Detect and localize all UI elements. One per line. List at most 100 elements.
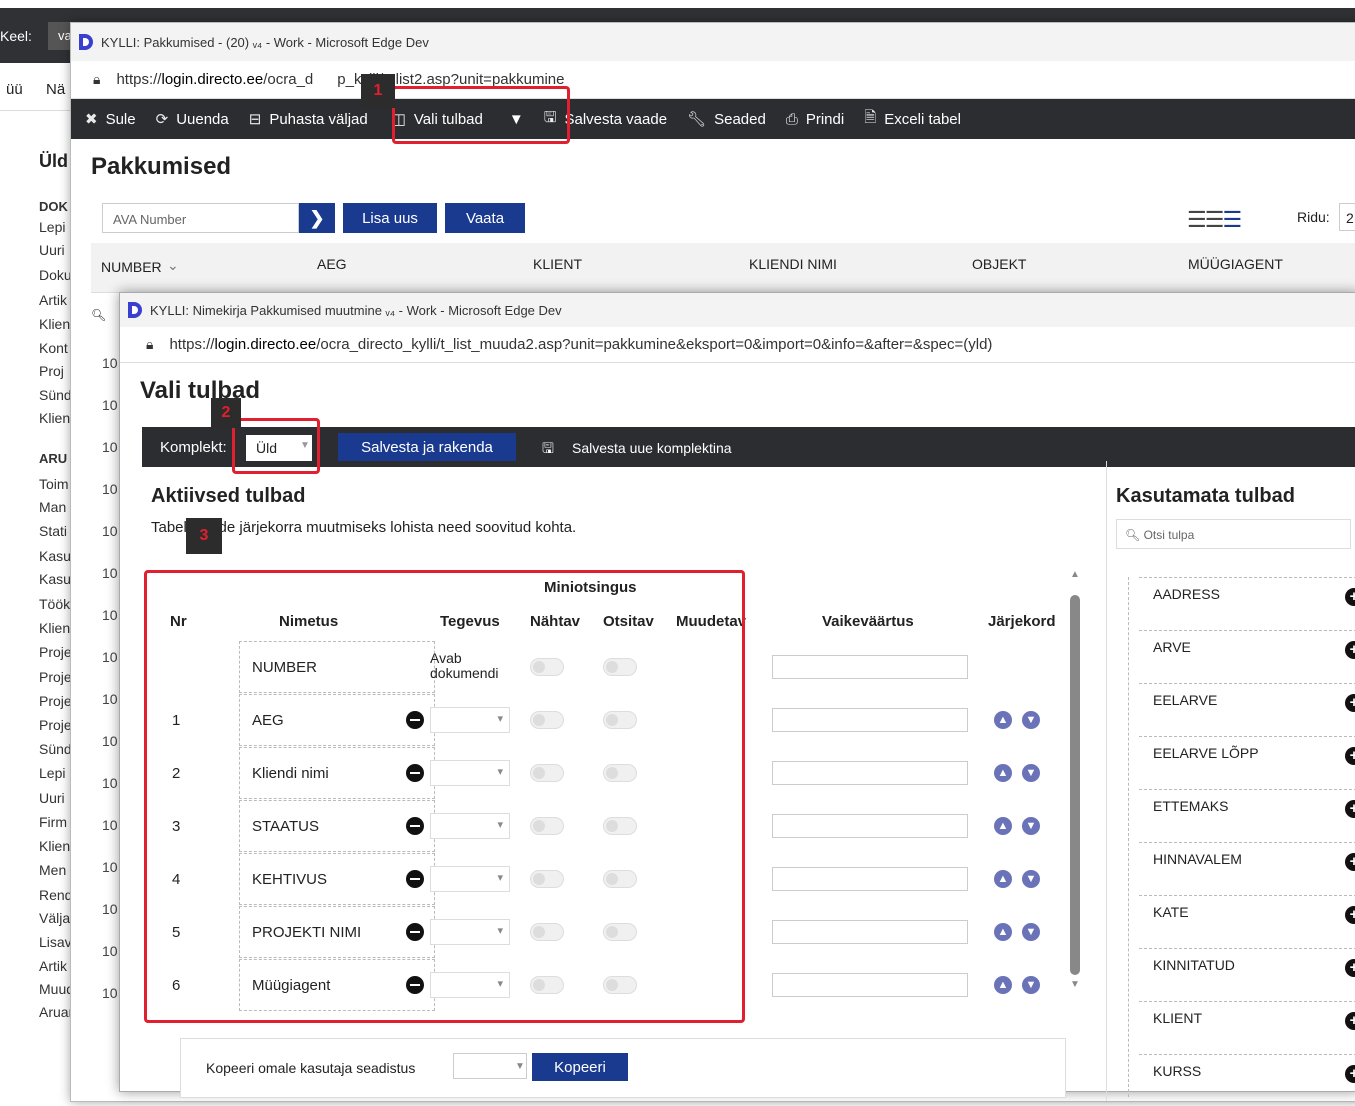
sidebar-item[interactable]: Sünd: [39, 387, 72, 403]
sidebar-item[interactable]: Proje: [39, 693, 72, 709]
print-button[interactable]: ⎙ Prindi: [786, 111, 844, 128]
default-value-input[interactable]: [772, 814, 968, 838]
sidebar-item[interactable]: Klien: [39, 410, 70, 426]
add-icon[interactable]: +: [1345, 588, 1355, 606]
default-value-input[interactable]: [772, 867, 968, 891]
add-icon[interactable]: +: [1345, 853, 1355, 871]
arrow-down-icon[interactable]: ▼: [1022, 764, 1040, 782]
mini-search-icon[interactable]: 🔍︎: [91, 308, 106, 322]
rows-input[interactable]: 2: [1339, 203, 1355, 231]
go-button[interactable]: ❯: [299, 203, 335, 233]
copy-button[interactable]: Kopeeri: [532, 1053, 628, 1081]
clear-fields-button[interactable]: ⊟ Puhasta väljad: [249, 110, 368, 129]
table-row-number[interactable]: 10: [102, 565, 118, 581]
scroll-up-icon[interactable]: ▲: [1070, 569, 1080, 580]
table-row-number[interactable]: 10: [102, 817, 118, 833]
default-value-input[interactable]: [772, 761, 968, 785]
view-button[interactable]: Vaata: [445, 203, 525, 233]
sidebar-item[interactable]: Kasu: [39, 571, 71, 587]
arrow-up-icon[interactable]: ▲: [994, 817, 1012, 835]
table-row-number[interactable]: 10: [102, 523, 118, 539]
unused-column-item[interactable]: EELARVE LÕPP +: [1139, 736, 1355, 788]
table-row-number[interactable]: 10: [102, 607, 118, 623]
arrow-up-icon[interactable]: ▲: [994, 764, 1012, 782]
arrow-down-icon[interactable]: ▼: [1022, 923, 1040, 941]
col-aeg[interactable]: AEG: [317, 256, 347, 272]
refresh-button[interactable]: ⟳ Uuenda: [156, 110, 229, 129]
settings-button[interactable]: 🔧︎ Seaded: [687, 110, 766, 129]
sidebar-item[interactable]: Stati: [39, 523, 67, 539]
col-objekt[interactable]: OBJEKT: [972, 256, 1026, 272]
unused-column-item[interactable]: ARVE +: [1139, 630, 1355, 682]
density-normal-icon[interactable]: ☰: [1205, 207, 1225, 232]
add-icon[interactable]: +: [1345, 747, 1355, 765]
save-apply-button[interactable]: Salvesta ja rakenda: [338, 433, 516, 461]
col-number[interactable]: NUMBER: [101, 259, 162, 275]
close-button[interactable]: ✖ Sule: [85, 110, 136, 129]
unused-column-item[interactable]: ETTEMAKS +: [1139, 789, 1355, 841]
default-value-input[interactable]: [772, 708, 968, 732]
table-row-number[interactable]: 10: [102, 775, 118, 791]
window1-address-bar[interactable]: 🔒︎ https://login.directo.ee/ocra_d p_kyll…: [71, 61, 1355, 99]
density-icons[interactable]: ☰☰☰: [1187, 207, 1242, 233]
excel-button[interactable]: 🗎 Exceli tabel: [864, 107, 961, 132]
add-icon[interactable]: +: [1345, 959, 1355, 977]
sidebar-item[interactable]: Lepi: [39, 219, 65, 235]
table-row-number[interactable]: 10: [102, 397, 118, 413]
table-row-number[interactable]: 10: [102, 481, 118, 497]
table-row-number[interactable]: 10: [102, 901, 118, 917]
save-new-set-button[interactable]: Salvesta uue komplektina: [572, 440, 732, 456]
unused-column-item[interactable]: KURSS +: [1139, 1054, 1355, 1106]
sidebar-item[interactable]: Men: [39, 862, 66, 878]
table-row-number[interactable]: 10: [102, 985, 118, 1001]
density-wide-icon[interactable]: ☰: [1222, 207, 1242, 232]
sidebar-item[interactable]: Proj: [39, 363, 64, 379]
sidebar-item[interactable]: Proje: [39, 644, 72, 660]
scrollbar[interactable]: ▲ ▼: [1070, 569, 1080, 990]
search-input[interactable]: AVA Number: [102, 203, 299, 233]
sidebar-item[interactable]: Uuri: [39, 790, 65, 806]
sidebar-item[interactable]: Artik: [39, 292, 67, 308]
sidebar-item[interactable]: Man: [39, 499, 66, 515]
add-icon[interactable]: +: [1345, 906, 1355, 924]
table-row-number[interactable]: 10: [102, 355, 118, 371]
table-row-number[interactable]: 10: [102, 649, 118, 665]
unused-column-item[interactable]: EELARVE +: [1139, 683, 1355, 735]
sidebar-item[interactable]: Lisav: [39, 934, 72, 950]
add-new-button[interactable]: Lisa uus: [343, 203, 437, 233]
sidebar-item[interactable]: Uuri: [39, 242, 65, 258]
arrow-up-icon[interactable]: ▲: [994, 870, 1012, 888]
col-kliendi-nimi[interactable]: KLIENDI NIMI: [749, 256, 837, 272]
unused-column-item[interactable]: KINNITATUD +: [1139, 948, 1355, 1000]
table-row-number[interactable]: 10: [102, 943, 118, 959]
sidebar-item[interactable]: Töök: [39, 596, 70, 612]
add-icon[interactable]: +: [1345, 1012, 1355, 1030]
default-value-input[interactable]: [772, 655, 968, 679]
sidebar-item[interactable]: Toim: [39, 476, 69, 492]
sidebar-item[interactable]: Proje: [39, 717, 72, 733]
table-row-number[interactable]: 10: [102, 691, 118, 707]
unused-column-item[interactable]: AADRESS +: [1139, 577, 1355, 629]
default-value-input[interactable]: [772, 973, 968, 997]
sidebar-item[interactable]: Lepi: [39, 765, 65, 781]
sidebar-item[interactable]: Doku: [39, 267, 72, 283]
unused-column-item[interactable]: KATE +: [1139, 895, 1355, 947]
add-icon[interactable]: +: [1345, 800, 1355, 818]
unused-column-item[interactable]: KLIENT +: [1139, 1001, 1355, 1053]
sidebar-item[interactable]: Klien: [39, 316, 70, 332]
chevron-down-icon[interactable]: ⌄: [167, 257, 179, 274]
table-row-number[interactable]: 10: [102, 733, 118, 749]
sidebar-item[interactable]: Kont: [39, 340, 68, 356]
arrow-up-icon[interactable]: ▲: [994, 711, 1012, 729]
scroll-down-icon[interactable]: ▼: [1070, 979, 1080, 990]
col-muugiagent[interactable]: MÜÜGIAGENT: [1188, 256, 1283, 272]
default-value-input[interactable]: [772, 920, 968, 944]
arrow-down-icon[interactable]: ▼: [1022, 711, 1040, 729]
keel-select[interactable]: va: [48, 22, 72, 50]
arrow-down-icon[interactable]: ▼: [1022, 976, 1040, 994]
sidebar-item[interactable]: Klien: [39, 838, 70, 854]
density-compact-icon[interactable]: ☰: [1187, 207, 1207, 232]
add-icon[interactable]: +: [1345, 694, 1355, 712]
unused-column-item[interactable]: HINNAVALEM +: [1139, 842, 1355, 894]
arrow-up-icon[interactable]: ▲: [994, 923, 1012, 941]
